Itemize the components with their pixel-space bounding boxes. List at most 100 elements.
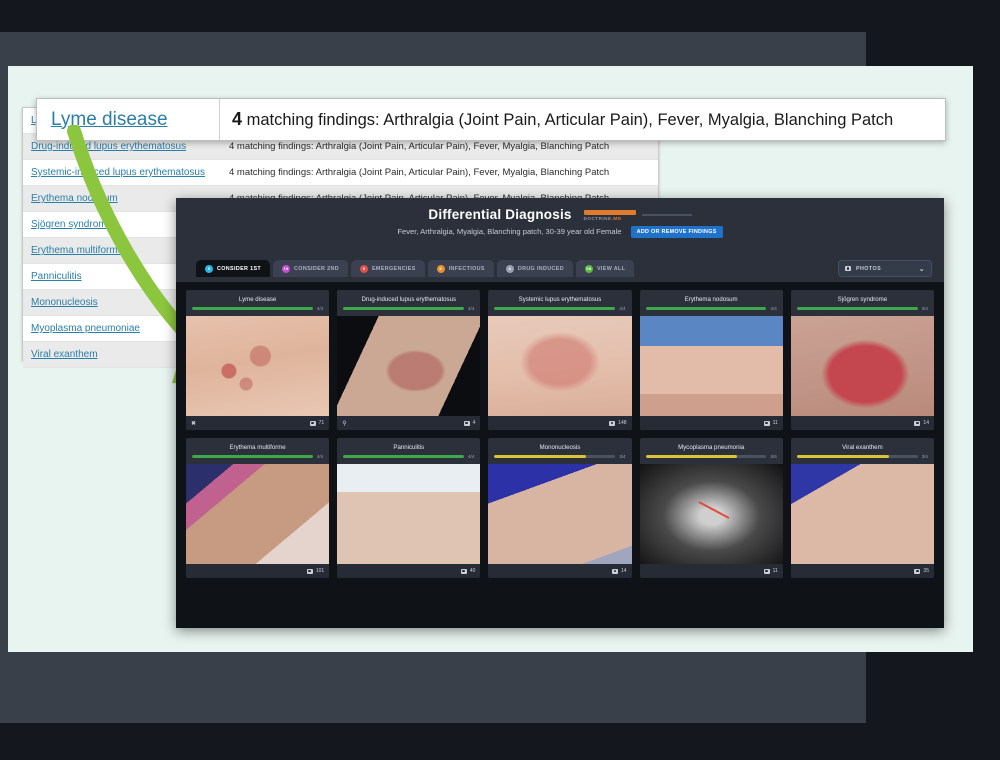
clinical-photo[interactable] [337,464,481,564]
callout-findings-count: 4 [232,109,243,129]
callout-diagnosis-link[interactable]: Lyme disease [37,109,219,131]
match-score-row: 4/4 [640,306,783,316]
tab-view-all[interactable]: 58 VIEW ALL [575,260,635,277]
diagnosis-card[interactable]: Systemic lupus erythematosus 4/4 148 [488,290,632,430]
clinical-photo[interactable] [488,464,632,564]
match-score-row: 4/4 [186,454,329,464]
photo-count-label: 4 [472,420,476,426]
clinical-photo[interactable] [186,464,330,564]
match-score-row: 3/4 [488,454,631,464]
photo-count[interactable]: 4 [463,420,476,426]
photo-count[interactable]: 101 [306,568,324,574]
diagnosis-link[interactable]: Systemic-induced lupus erythematosus [23,167,223,178]
photo-count[interactable]: 148 [609,420,627,426]
table-row[interactable]: Systemic-induced lupus erythematosus 4 ma… [23,160,658,186]
window-chrome-band [0,32,866,56]
match-progress-fill [796,455,889,458]
clinical-photo[interactable] [790,464,934,564]
match-progress-bar [192,307,313,310]
card-footer: 101 [186,564,330,578]
photo-count[interactable]: 35 [914,568,929,574]
match-progress-bar [343,455,464,458]
match-progress-bar [494,455,616,458]
photo-count-label: 35 [923,568,929,574]
diagnosis-card[interactable]: Mycoplasma pneumonia 3/4 11 [639,438,783,578]
tab-consider-1st[interactable]: 9 CONSIDER 1ST [196,260,271,277]
diagnosis-card[interactable]: Mononucleosis 3/4 14 [488,438,632,578]
match-score-label: 3/4 [619,454,626,459]
card-footer: 35 [790,564,934,578]
clinical-photo[interactable] [639,464,783,564]
match-score-row: 3/4 [791,454,934,464]
photo-count-label: 14 [923,420,929,426]
camera-icon [460,568,467,574]
diagnosis-card-title: Erythema nodosum [684,296,738,303]
clinical-photo[interactable] [639,316,783,416]
tab-badge: 19 [282,264,291,273]
match-score-label: 4/4 [468,306,475,311]
diagnosis-card[interactable]: Lyme disease 4/4 ✖ 71 [186,290,330,430]
match-progress-bar [796,455,918,458]
tick-icon: ✖ [191,420,197,427]
tab-drug-induced[interactable]: 4 DRUG INDUCED [496,260,573,277]
add-remove-findings-button[interactable]: ADD OR REMOVE FINDINGS [630,226,723,238]
tab-infectious[interactable]: 8 INFECTIOUS [427,260,494,277]
camera-icon [914,420,921,426]
tab-badge: 8 [436,264,445,273]
clinical-photo[interactable] [790,316,934,416]
match-score-row: 4/4 [337,306,480,316]
match-score-label: 4/4 [770,306,777,311]
match-progress-bar [796,307,918,310]
camera-icon [306,568,313,574]
photo-count[interactable]: 14 [612,568,627,574]
match-progress-fill [796,307,918,310]
diagnosis-card[interactable]: Erythema nodosum 4/4 11 [639,290,783,430]
photos-dropdown-label: PHOTOS [856,265,882,272]
callout-findings-detail: matching findings: Arthralgia (Joint Pai… [242,111,894,129]
match-progress-fill [645,455,738,458]
match-score-label: 4/4 [468,454,475,459]
card-footer: 14 [488,564,632,578]
differential-diagnosis-app: Differential Diagnosis DOCTRINE.MD Fever… [176,198,944,628]
clinical-photo[interactable] [337,316,481,416]
match-score-row: 4/4 [186,306,329,316]
diagnosis-card-title: Mononucleosis [539,444,581,451]
photo-count[interactable]: 11 [763,568,778,574]
tab-badge: 9 [205,264,213,273]
match-score-row: 4/4 [337,454,480,464]
photo-count[interactable]: 71 [309,420,325,426]
card-footer: 11 [639,564,783,578]
match-progress-fill [494,455,587,458]
clinical-photo[interactable] [186,316,330,416]
diagnosis-card[interactable]: Sjögren syndrome 4/4 14 [790,290,934,430]
photos-dropdown[interactable]: PHOTOS ⌄ [838,260,932,277]
photo-count-label: 11 [772,420,778,426]
photo-count-label: 71 [318,420,325,426]
tab-consider-2nd[interactable]: 19 CONSIDER 2ND [273,260,348,277]
tab-label: INFECTIOUS [448,265,485,272]
tab-label: DRUG INDUCED [517,265,564,272]
diagnosis-card-title: Drug-induced lupus erythematosus [361,296,457,303]
clinical-photo[interactable] [488,316,632,416]
page-title: Differential Diagnosis DOCTRINE.MD [176,198,944,222]
photo-count[interactable]: 14 [914,420,929,426]
diagnosis-card[interactable]: Drug-induced lupus erythematosus 4/4 ⚲ 4 [337,290,481,430]
case-summary: Fever, Arthralgia, Myalgia, Blanching pa… [176,226,944,238]
card-footer: 40 [337,564,481,578]
photo-count[interactable]: 11 [763,420,778,426]
match-progress-fill [192,455,313,458]
match-score-label: 3/4 [921,454,928,459]
diagnosis-card[interactable]: Viral exanthem 3/4 35 [790,438,934,578]
card-footer: 11 [639,416,783,430]
card-footer: 14 [790,416,934,430]
tab-emergencies[interactable]: 9 EMERGENCIES [350,260,425,277]
card-footer: 148 [488,416,632,430]
diagnosis-link[interactable]: Drug-induced lupus erythematosus [23,141,223,152]
photo-count-label: 14 [621,568,627,574]
findings-cell: 4 matching findings: Arthralgia (Joint P… [229,167,610,178]
camera-icon [609,420,616,426]
diagnosis-card[interactable]: Erythema multiforme 4/4 101 [186,438,330,578]
match-progress-fill [645,307,767,310]
photo-count[interactable]: 40 [460,568,475,574]
diagnosis-card[interactable]: Panniculitis 4/4 40 [337,438,481,578]
